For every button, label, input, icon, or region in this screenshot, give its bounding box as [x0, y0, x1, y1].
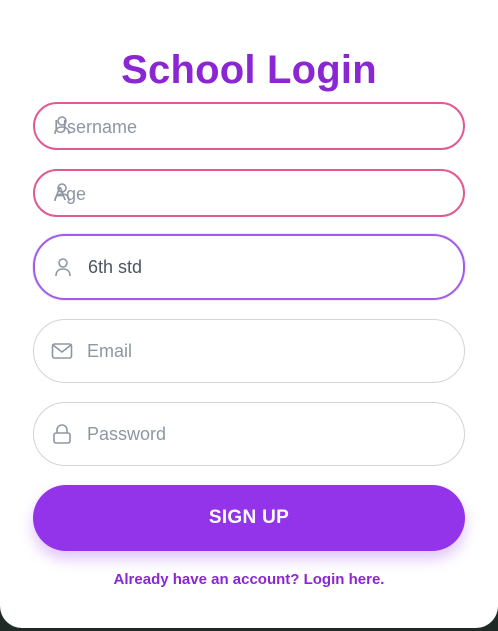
signup-card: School Login Username Age 6th std Email … [0, 0, 498, 628]
page-title: School Login [121, 48, 377, 92]
username-placeholder: Username [54, 117, 138, 137]
age-placeholder: Age [54, 184, 87, 204]
password-placeholder: Password [87, 423, 167, 444]
mail-icon [51, 340, 73, 362]
signup-button[interactable]: SIGN UP [33, 485, 465, 551]
email-placeholder: Email [87, 340, 133, 361]
email-field[interactable]: Email [33, 319, 465, 383]
lock-icon [51, 423, 73, 445]
class-field[interactable]: 6th std [33, 234, 465, 300]
class-value: 6th std [88, 256, 143, 277]
password-field[interactable]: Password [33, 402, 465, 466]
age-field[interactable]: Age [33, 169, 465, 217]
user-icon [52, 256, 74, 278]
username-field[interactable]: Username [33, 102, 465, 150]
login-link[interactable]: Already have an account? Login here. [0, 571, 498, 588]
